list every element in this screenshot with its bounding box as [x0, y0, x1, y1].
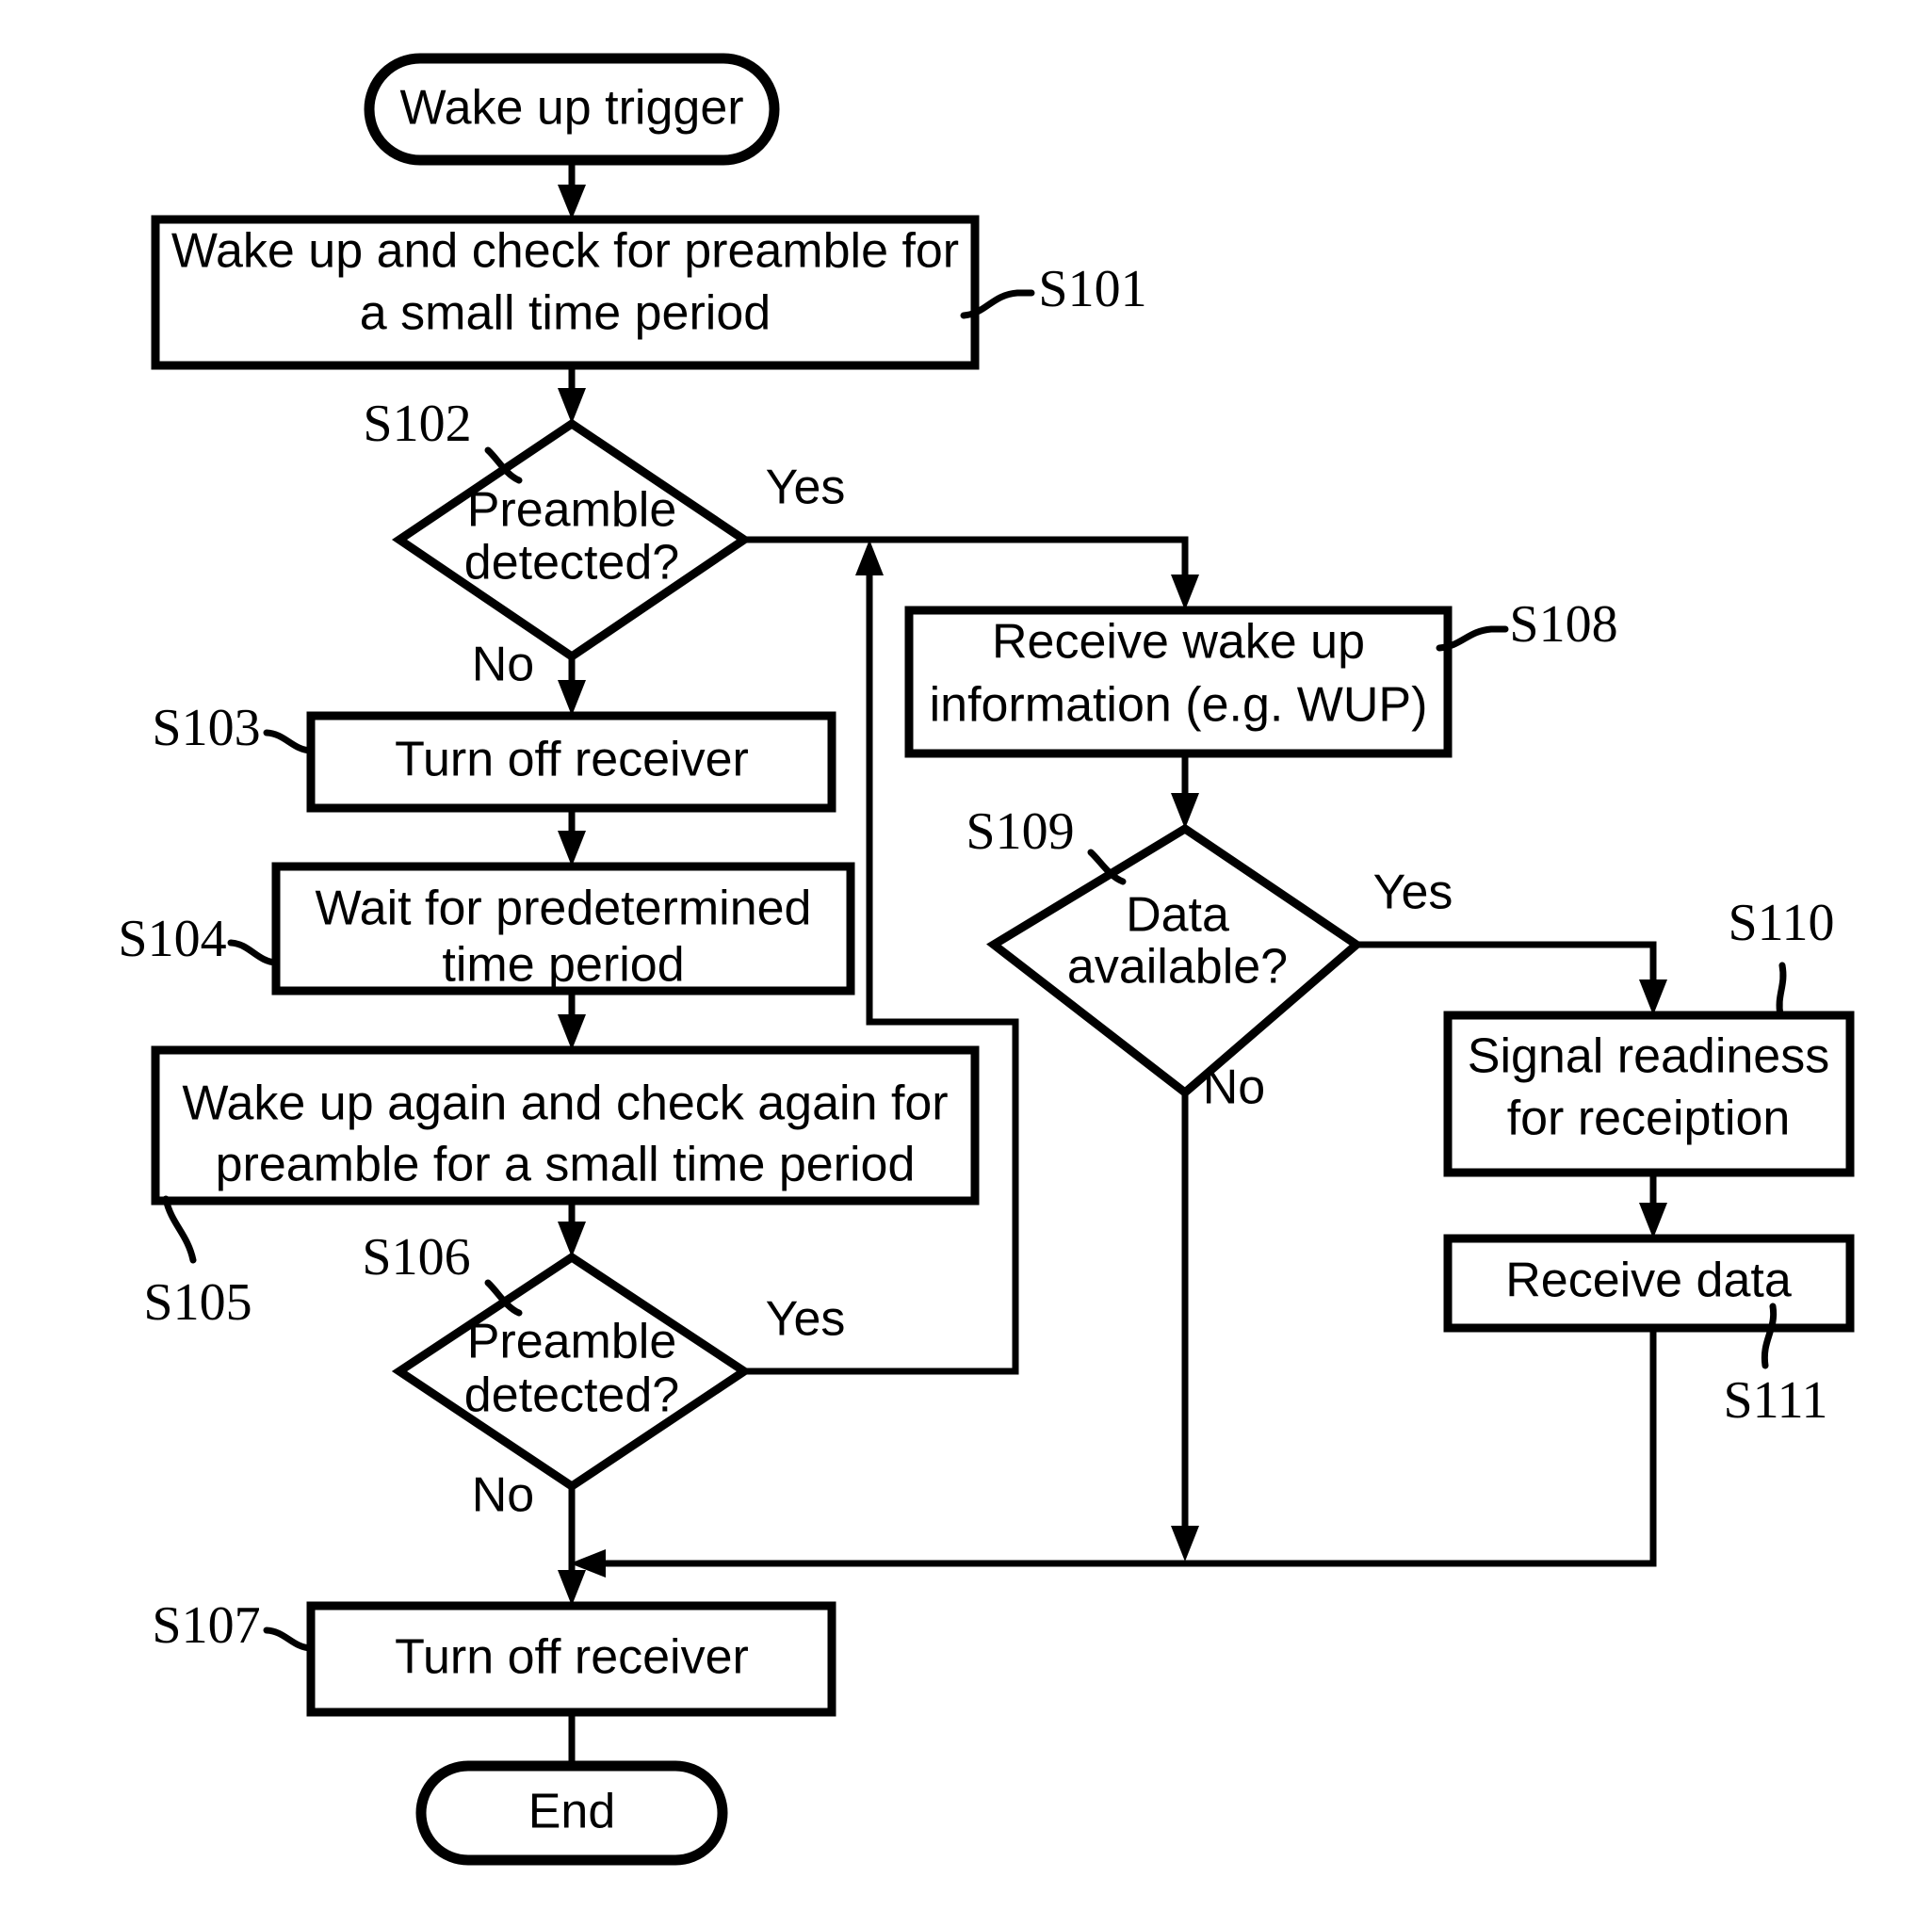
s101-label-line1: Wake up and check for preamble for: [171, 224, 959, 279]
connector-s101-to-s102: [558, 365, 586, 424]
s111-label: Receive data: [1505, 1254, 1792, 1308]
node-s109: Data available?: [986, 823, 1364, 1098]
s109-label-line2: available?: [1067, 940, 1288, 995]
s108-label-line2: information (e.g. WUP): [930, 678, 1428, 733]
node-s102: Preamble detected?: [391, 418, 753, 662]
s107-reference-label: S107: [152, 1596, 260, 1655]
connector-s102-yes-to-s108: [744, 536, 1199, 610]
s102-label-line1: Preamble: [467, 483, 677, 538]
node-s105: Wake up again and check again for preamb…: [151, 1045, 980, 1206]
connector-s106-no-to-s107: [558, 1486, 586, 1606]
connector-s103-to-s104: [558, 808, 586, 866]
s109-reference-label: S109: [966, 802, 1074, 861]
connector-s110-to-s111: [1639, 1173, 1667, 1238]
reference-leader-s105: S105: [143, 1195, 252, 1332]
flowchart-svg: Wake up trigger Wake up and check for pr…: [118, 53, 1855, 1866]
s109-label-line1: Data: [1126, 888, 1229, 943]
flowchart-canvas: Wake up trigger Wake up and check for pr…: [0, 0, 1932, 1910]
reference-leader-s101: S101: [960, 260, 1147, 319]
node-s110: Signal readiness for receiption: [1443, 1011, 1855, 1177]
s103-label: Turn off receiver: [395, 733, 749, 787]
node-s108: Receive wake up information (e.g. WUP): [904, 606, 1453, 758]
s101-reference-label: S101: [1038, 260, 1146, 318]
connector-s102-no-to-s103: [558, 656, 586, 716]
reference-leader-s104: S104: [118, 910, 280, 968]
s101-label-line2: a small time period: [360, 286, 771, 341]
reference-leader-s110: S110: [1728, 894, 1835, 1019]
node-s101: Wake up and check for preamble for a sma…: [151, 215, 980, 370]
s105-label-line1: Wake up again and check again for: [182, 1076, 948, 1131]
connector-s108-to-s109: [1171, 753, 1199, 829]
node-s106: Preamble detected?: [391, 1252, 753, 1492]
reference-leader-s102: S102: [363, 395, 523, 484]
connector-s109-yes-to-s110: [1356, 941, 1667, 1015]
node-end: End: [415, 1760, 728, 1866]
s106-label-line2: detected?: [464, 1368, 679, 1423]
connector-s104-to-s105: [558, 991, 586, 1050]
s106-label-line1: Preamble: [467, 1315, 677, 1369]
s104-label-line1: Wait for predetermined: [316, 882, 812, 936]
s102-reference-label: S102: [363, 395, 471, 453]
connector-s109-no-to-merge: [1171, 1093, 1199, 1562]
connector-s105-to-s106: [558, 1201, 586, 1257]
s108-label-line1: Receive wake up: [992, 615, 1365, 670]
node-s104: Wait for predetermined time period: [271, 862, 855, 995]
s108-reference-label: S108: [1509, 595, 1617, 654]
s106-reference-label: S106: [362, 1228, 470, 1287]
s110-label-line1: Signal readiness: [1468, 1029, 1829, 1084]
end-label: End: [528, 1785, 616, 1839]
node-s107: Turn off receiver: [306, 1601, 836, 1717]
node-start: Wake up trigger: [364, 53, 780, 166]
reference-leader-s103: S103: [152, 699, 315, 757]
connector-start-to-s101: [558, 158, 586, 219]
reference-leader-s108: S108: [1436, 595, 1618, 654]
s102-yes-branch-label: Yes: [766, 461, 846, 515]
s104-label-line2: time period: [442, 938, 684, 993]
s110-label-line2: for receiption: [1507, 1092, 1791, 1146]
s109-no-branch-label: No: [1203, 1060, 1265, 1115]
node-s111: Receive data: [1443, 1234, 1855, 1333]
s104-reference-label: S104: [118, 910, 226, 968]
s106-yes-branch-label: Yes: [766, 1292, 846, 1347]
s111-reference-label: S111: [1724, 1371, 1828, 1430]
start-label: Wake up trigger: [399, 81, 743, 136]
s107-label: Turn off receiver: [395, 1630, 749, 1685]
reference-leader-s106: S106: [362, 1228, 523, 1317]
s110-reference-label: S110: [1728, 894, 1834, 952]
s106-no-branch-label: No: [472, 1468, 534, 1523]
s105-reference-label: S105: [143, 1273, 252, 1332]
s109-yes-branch-label: Yes: [1373, 866, 1453, 920]
s102-label-line2: detected?: [464, 536, 679, 591]
node-s103: Turn off receiver: [306, 711, 836, 813]
s105-label-line2: preamble for a small time period: [216, 1138, 916, 1192]
reference-leader-s107: S107: [152, 1596, 315, 1655]
s103-reference-label: S103: [152, 699, 260, 757]
reference-leader-s109: S109: [966, 802, 1127, 885]
s102-no-branch-label: No: [472, 638, 534, 692]
